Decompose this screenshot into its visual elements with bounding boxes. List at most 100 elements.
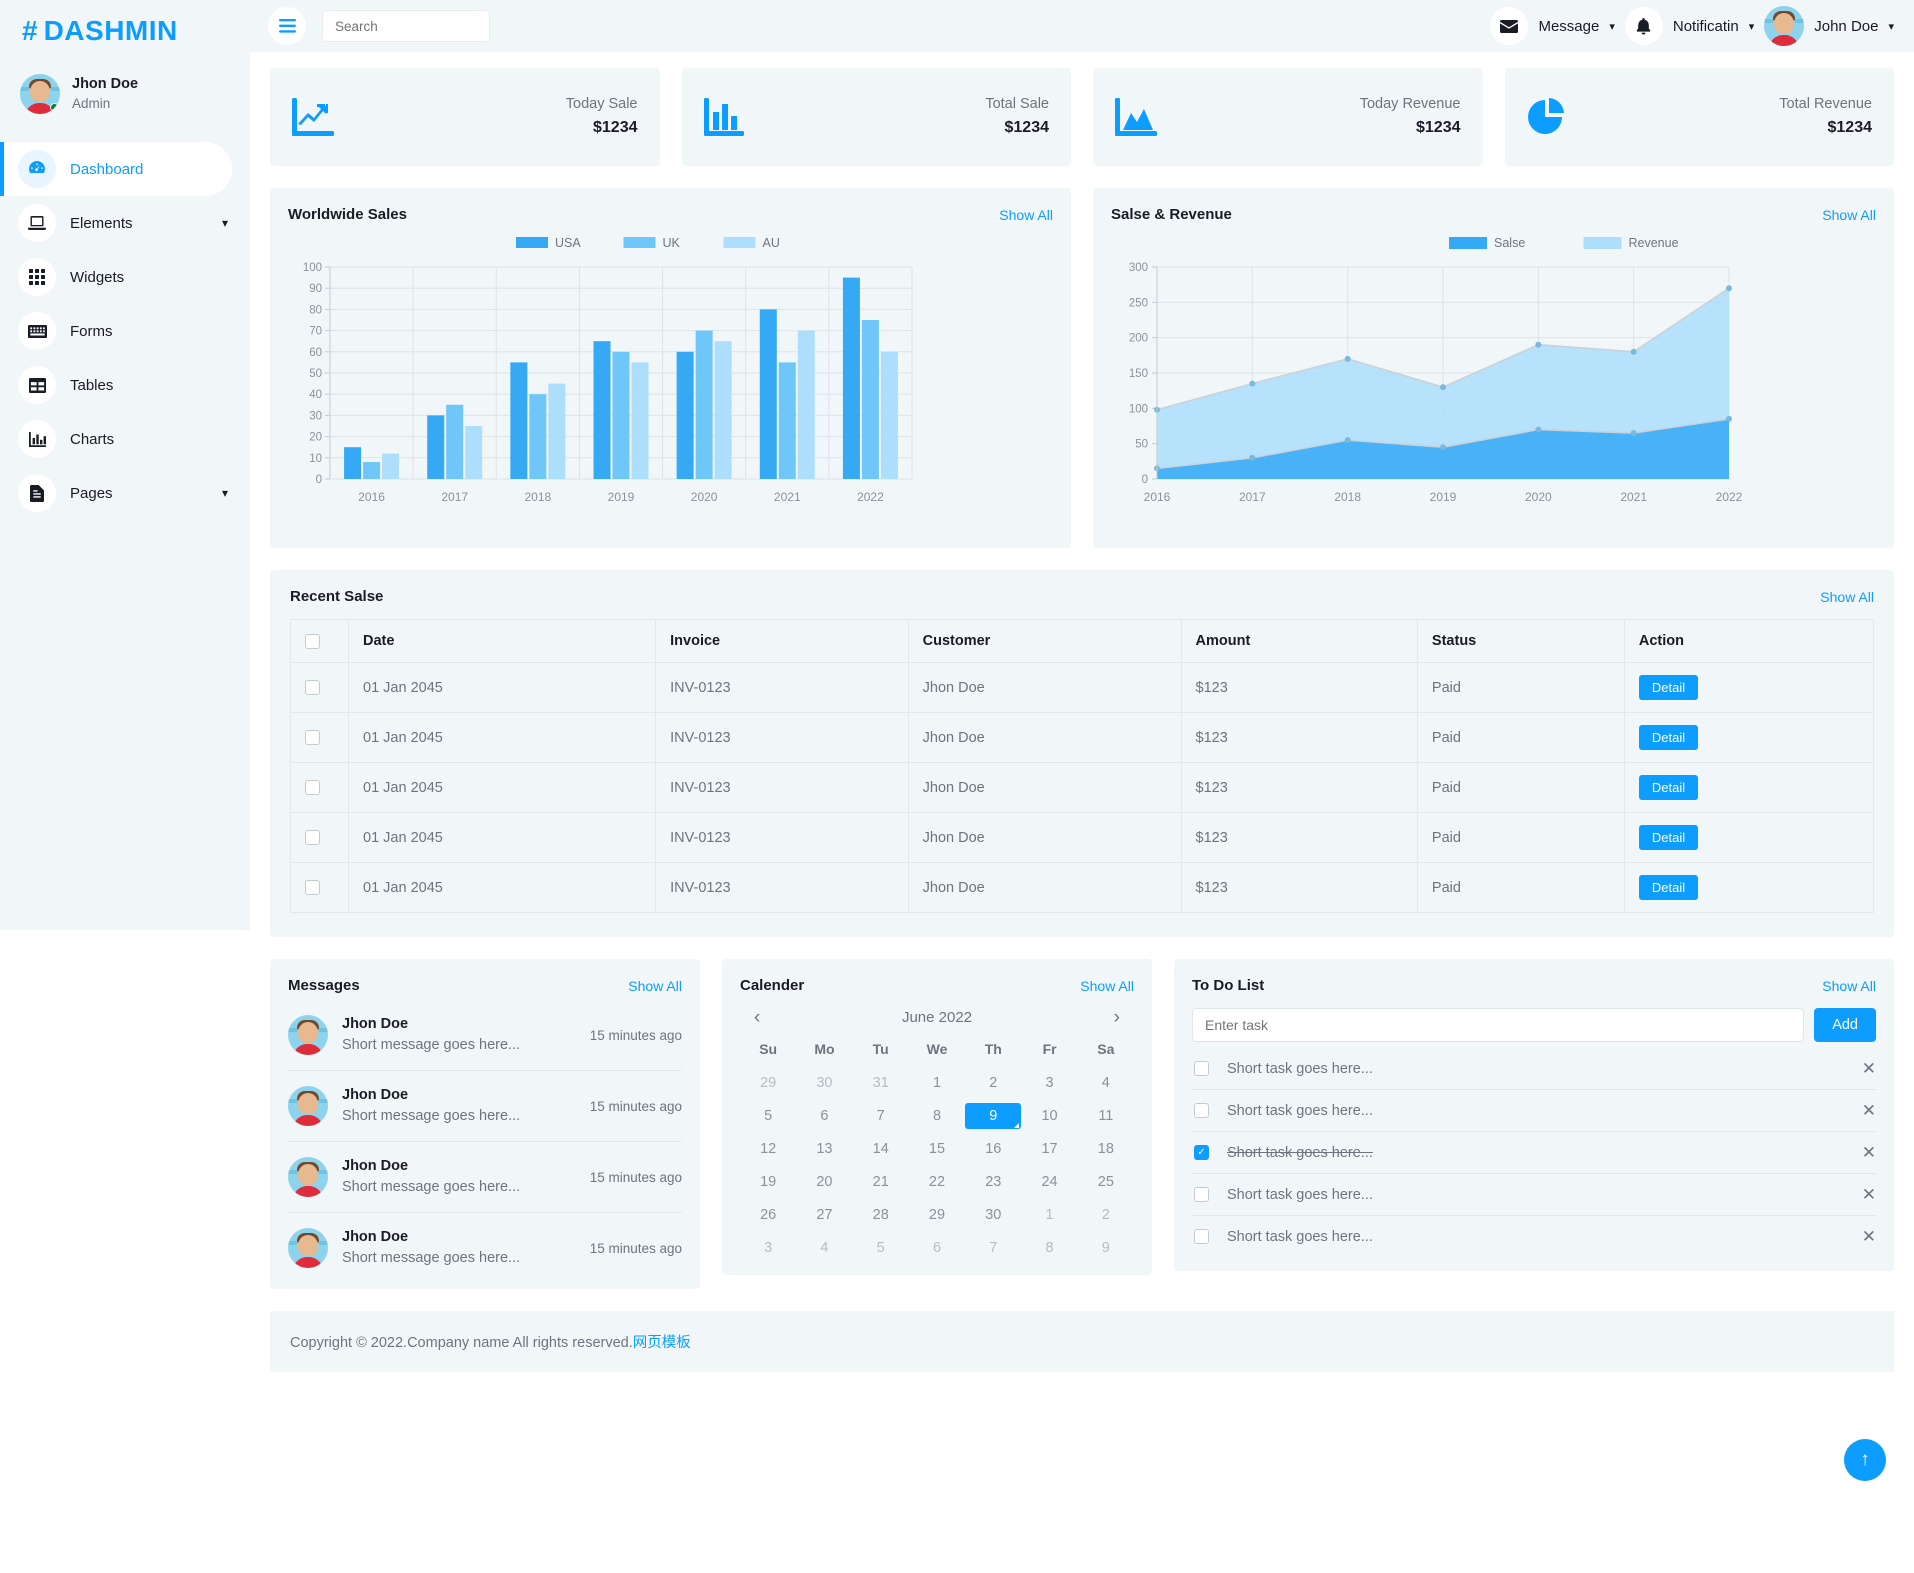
detail-button[interactable]: Detail [1639,775,1698,800]
delete-icon[interactable]: ✕ [1862,1228,1876,1245]
todo-checkbox-checked[interactable]: ✓ [1194,1145,1209,1160]
row-checkbox[interactable] [305,730,320,745]
scroll-to-top-button[interactable]: ↑ [1844,1439,1886,1481]
calendar-day[interactable]: 14 [853,1136,909,1162]
calendar-day[interactable]: 8 [1021,1235,1077,1261]
row-checkbox[interactable] [305,880,320,895]
calendar-day[interactable]: 26 [740,1202,796,1228]
chevron-left-icon[interactable]: ‹ [748,1008,766,1027]
show-all-link[interactable]: Show All [1820,589,1874,605]
calendar-day[interactable]: 9 [1078,1235,1134,1261]
sidebar-item-elements[interactable]: Elements▾ [0,196,250,250]
chevron-right-icon[interactable]: › [1108,1008,1126,1027]
bell-icon[interactable] [1625,7,1663,45]
chevron-down-icon[interactable]: ▾ [222,486,228,500]
footer: Copyright © 2022.Company name All rights… [270,1311,1894,1372]
message-item[interactable]: Jhon DoeShort message goes here...15 min… [288,1071,682,1142]
calendar-day[interactable]: 1 [909,1070,965,1096]
row-checkbox[interactable] [305,780,320,795]
show-all-link[interactable]: Show All [1822,978,1876,994]
hamburger-icon[interactable] [268,7,306,45]
calendar-day[interactable]: 10 [1021,1103,1077,1129]
calendar-day[interactable]: 13 [796,1136,852,1162]
calendar-day[interactable]: 3 [740,1235,796,1261]
calendar-day[interactable]: 1 [1021,1202,1077,1228]
delete-icon[interactable]: ✕ [1862,1186,1876,1203]
todo-checkbox[interactable] [1194,1061,1209,1076]
calendar-day[interactable]: 6 [909,1235,965,1261]
message-item[interactable]: Jhon DoeShort message goes here...15 min… [288,1142,682,1213]
calendar-day[interactable]: 30 [965,1202,1021,1228]
sidebar-item-pages[interactable]: Pages▾ [0,466,250,520]
message-dropdown[interactable]: Message ▾ [1490,7,1614,45]
message-item[interactable]: Jhon DoeShort message goes here...15 min… [288,1213,682,1283]
detail-button[interactable]: Detail [1639,875,1698,900]
calendar-day[interactable]: 15 [909,1136,965,1162]
delete-icon[interactable]: ✕ [1862,1060,1876,1077]
calendar-day[interactable]: 22 [909,1169,965,1195]
detail-button[interactable]: Detail [1639,825,1698,850]
delete-icon[interactable]: ✕ [1862,1144,1876,1161]
calendar-day[interactable]: 7 [965,1235,1021,1261]
calendar-day[interactable]: 2 [965,1070,1021,1096]
calendar-day[interactable]: 19 [740,1169,796,1195]
row-checkbox[interactable] [305,680,320,695]
sidebar-profile[interactable]: Jhon Doe Admin [0,62,250,128]
calendar-day[interactable]: 30 [796,1070,852,1096]
calendar-day[interactable]: 8 [909,1103,965,1129]
calendar-day[interactable]: 5 [740,1103,796,1129]
show-all-link[interactable]: Show All [999,207,1053,223]
sidebar-item-tables[interactable]: Tables [0,358,250,412]
footer-link[interactable]: 网页模板 [633,1335,691,1351]
calendar-day[interactable]: 16 [965,1136,1021,1162]
message-label: Message [1538,18,1599,35]
todo-checkbox[interactable] [1194,1229,1209,1244]
calendar-day[interactable]: 27 [796,1202,852,1228]
todo-checkbox[interactable] [1194,1103,1209,1118]
calendar-day[interactable]: 7 [853,1103,909,1129]
detail-button[interactable]: Detail [1639,725,1698,750]
calendar-day[interactable]: 28 [853,1202,909,1228]
calendar-day[interactable]: 4 [796,1235,852,1261]
calendar-day[interactable]: 18 [1078,1136,1134,1162]
calendar-day[interactable]: 21 [853,1169,909,1195]
calendar-day[interactable]: 20 [796,1169,852,1195]
calendar-day[interactable]: 2 [1078,1202,1134,1228]
show-all-link[interactable]: Show All [1822,207,1876,223]
calendar-day-selected[interactable]: 9 [965,1103,1021,1129]
search-input[interactable] [322,10,490,42]
calendar-day[interactable]: 6 [796,1103,852,1129]
calendar-day[interactable]: 4 [1078,1070,1134,1096]
calendar-day[interactable]: 3 [1021,1070,1077,1096]
calendar-day[interactable]: 31 [853,1070,909,1096]
user-dropdown[interactable]: John Doe ▾ [1764,6,1894,46]
show-all-link[interactable]: Show All [1080,978,1134,994]
calendar-day[interactable]: 23 [965,1169,1021,1195]
detail-button[interactable]: Detail [1639,675,1698,700]
sidebar-item-charts[interactable]: Charts [0,412,250,466]
sidebar-item-dashboard[interactable]: Dashboard [0,142,232,196]
calendar-day[interactable]: 29 [909,1202,965,1228]
calendar-day[interactable]: 5 [853,1235,909,1261]
add-task-button[interactable]: Add [1814,1008,1876,1042]
todo-checkbox[interactable] [1194,1187,1209,1202]
calendar-day[interactable]: 25 [1078,1169,1134,1195]
brand-logo[interactable]: # DASHMIN [0,0,250,62]
calendar-day[interactable]: 29 [740,1070,796,1096]
select-all-checkbox[interactable] [305,634,320,649]
calendar-day[interactable]: 17 [1021,1136,1077,1162]
notification-dropdown[interactable]: Notificatin ▾ [1625,7,1754,45]
svg-text:30: 30 [309,410,322,422]
message-item[interactable]: Jhon DoeShort message goes here...15 min… [288,1000,682,1071]
row-checkbox[interactable] [305,830,320,845]
calendar-day[interactable]: 12 [740,1136,796,1162]
envelope-icon[interactable] [1490,7,1528,45]
delete-icon[interactable]: ✕ [1862,1102,1876,1119]
calendar-day[interactable]: 24 [1021,1169,1077,1195]
show-all-link[interactable]: Show All [628,978,682,994]
sidebar-item-widgets[interactable]: Widgets [0,250,250,304]
chevron-down-icon[interactable]: ▾ [222,216,228,230]
sidebar-item-forms[interactable]: Forms [0,304,250,358]
calendar-day[interactable]: 11 [1078,1103,1134,1129]
todo-input[interactable] [1192,1008,1804,1042]
